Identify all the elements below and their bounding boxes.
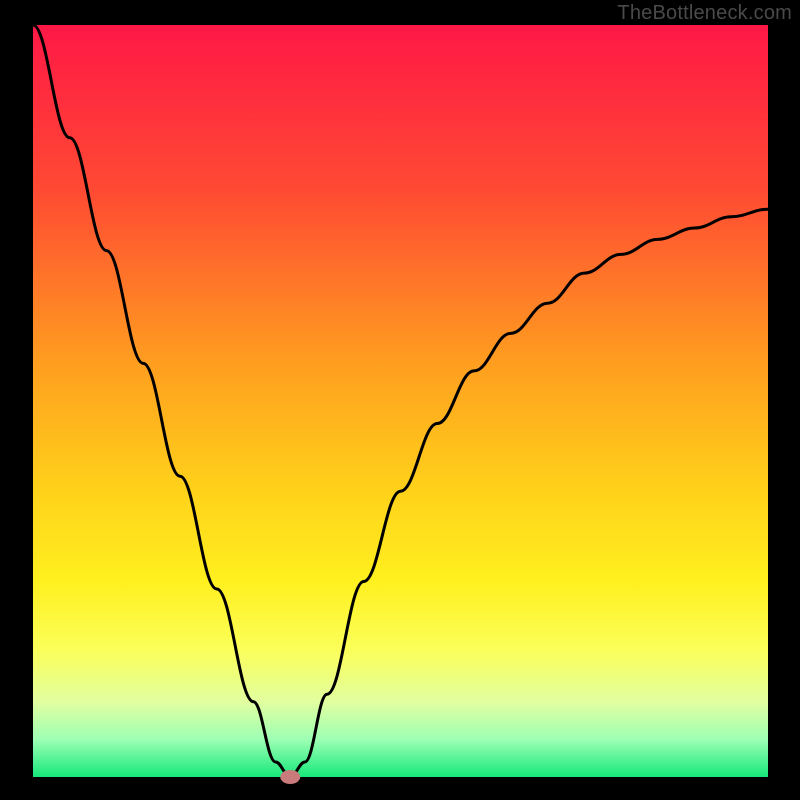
chart-frame: TheBottleneck.com	[0, 0, 800, 800]
plot-background	[33, 25, 768, 777]
bottleneck-chart	[0, 0, 800, 800]
watermark-text: TheBottleneck.com	[617, 2, 792, 25]
optimum-marker	[280, 770, 300, 784]
